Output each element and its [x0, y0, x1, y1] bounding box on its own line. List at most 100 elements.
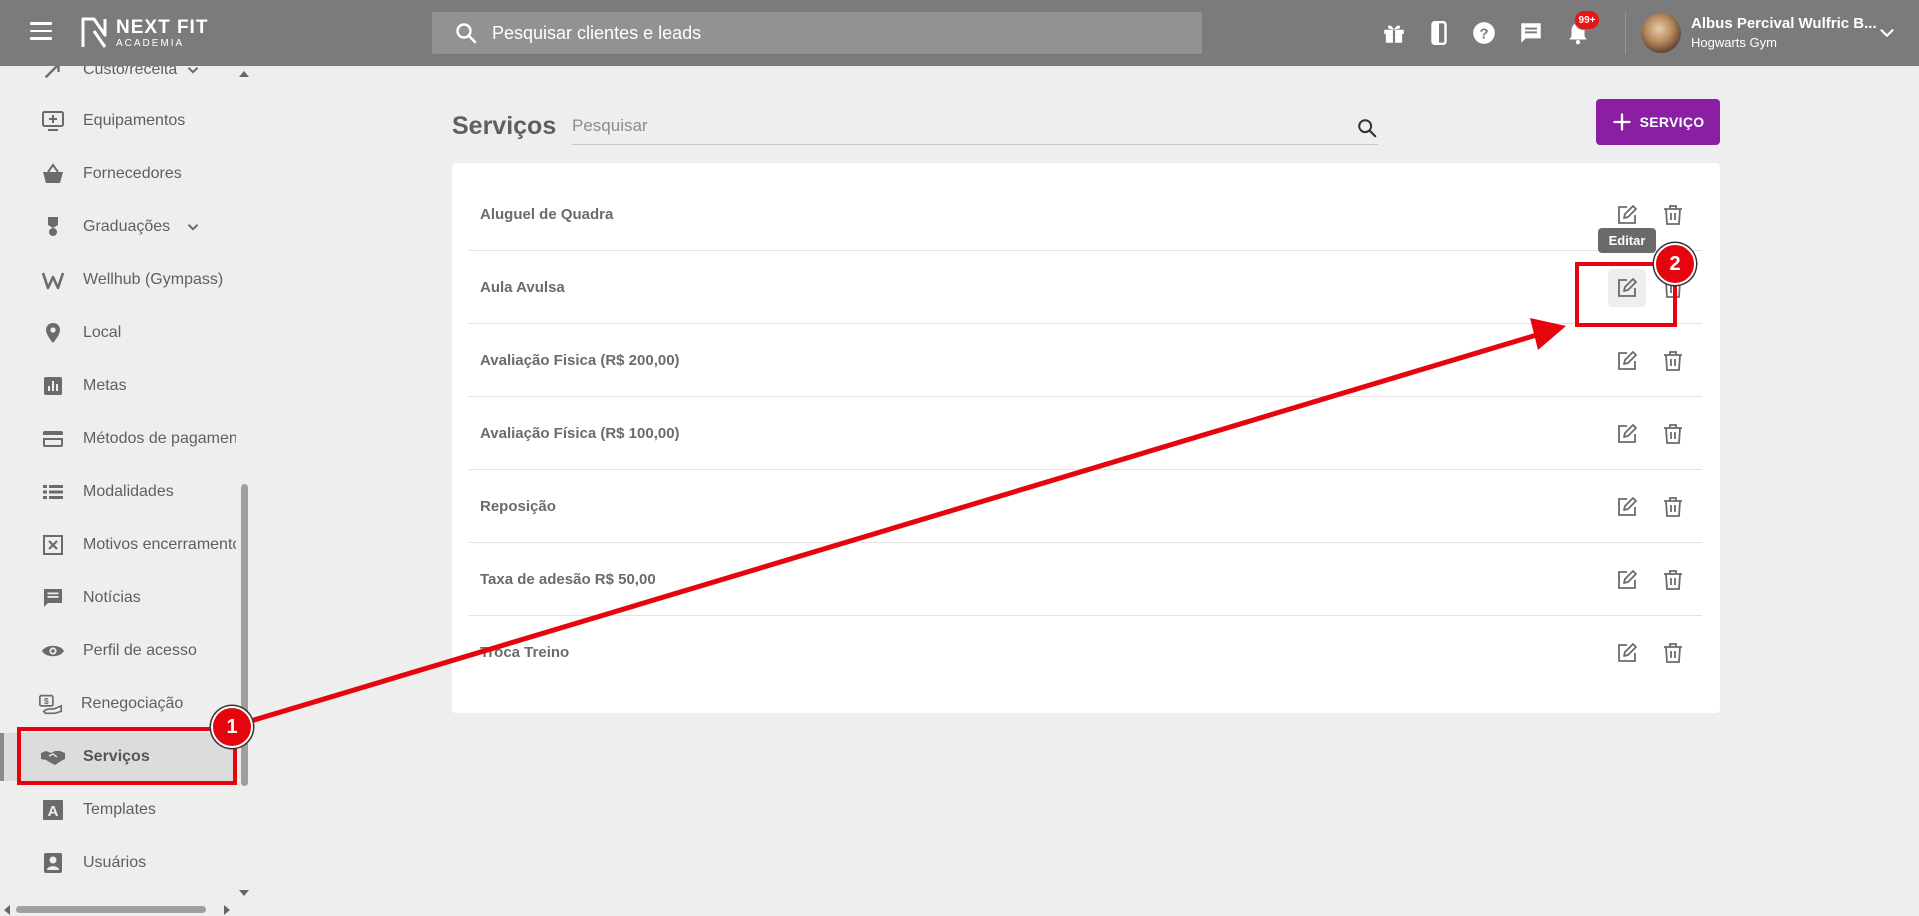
close-box-icon — [40, 532, 66, 558]
sidebar-item-perfil-acesso[interactable]: Perfil de acesso — [0, 627, 240, 675]
table-row: Avaliação Fisica (R$ 200,00) — [468, 324, 1702, 397]
logo-subtext: ACADEMIA — [116, 37, 185, 49]
sidebar-item-label: Templates — [83, 801, 156, 818]
sidebar-item-label: Métodos de pagamento — [83, 430, 252, 447]
table-row: Reposição — [468, 470, 1702, 543]
table-row: Troca Treino — [468, 616, 1702, 689]
sidebar-item-label: Equipamentos — [83, 112, 186, 129]
sidebar-item-label: Custo/receita — [83, 66, 178, 78]
table-row: Avaliação Física (R$ 100,00) — [468, 397, 1702, 470]
scroll-left-arrow-icon[interactable] — [4, 905, 10, 915]
page-title: Serviços — [452, 112, 557, 140]
wellhub-icon — [40, 267, 66, 293]
sidebar-item-label: Motivos encerramento — [83, 536, 242, 553]
delete-button[interactable] — [1654, 342, 1692, 380]
search-icon[interactable] — [1356, 117, 1378, 139]
equipment-icon — [40, 108, 66, 134]
sidebar-item-label: Local — [83, 324, 122, 341]
sidebar-item-custo-receita[interactable]: Custo/receita — [0, 66, 240, 94]
sidebar-item-renegociacao[interactable]: $ Renegociação — [0, 680, 240, 728]
annotation-box-1 — [17, 727, 237, 785]
sidebar-item-noticias[interactable]: Notícias — [0, 574, 240, 622]
user-gym: Hogwarts Gym — [1691, 35, 1777, 50]
add-service-label: SERVIÇO — [1639, 114, 1705, 130]
chevron-down-icon[interactable] — [184, 66, 202, 79]
trend-icon — [40, 66, 66, 83]
services-search-input[interactable] — [572, 116, 1332, 136]
global-search[interactable]: Pesquisar clientes e leads — [432, 12, 1202, 54]
sidebar-item-label: Perfil de acesso — [83, 642, 197, 659]
delete-button[interactable] — [1654, 634, 1692, 672]
sidebar-item-label: Modalidades — [83, 483, 174, 500]
eye-icon — [40, 638, 66, 664]
delete-button[interactable] — [1654, 196, 1692, 234]
sidebar-horizontal-scrollbar[interactable] — [0, 902, 236, 916]
chevron-down-icon[interactable] — [184, 218, 202, 236]
service-name: Taxa de adesão R$ 50,00 — [480, 571, 656, 588]
trash-icon — [1664, 497, 1682, 517]
edit-icon — [1618, 205, 1637, 224]
scroll-down-arrow-icon[interactable] — [239, 890, 249, 896]
edit-button[interactable] — [1608, 342, 1646, 380]
sidebar-item-equipamentos[interactable]: Equipamentos — [0, 97, 240, 145]
annotation-step-2: 2 — [1654, 243, 1696, 285]
scroll-right-arrow-icon[interactable] — [224, 905, 230, 915]
service-name: Troca Treino — [480, 644, 570, 661]
phone-icon[interactable] — [1426, 20, 1452, 46]
sidebar-item-modalidades[interactable]: Modalidades — [0, 468, 240, 516]
logo[interactable]: NEXT FIT ACADEMIA — [80, 16, 208, 50]
edit-icon — [1618, 643, 1637, 662]
sidebar-item-graduacoes[interactable]: Graduações — [0, 203, 240, 251]
services-search[interactable] — [572, 112, 1378, 145]
trash-icon — [1664, 570, 1682, 590]
scroll-up-arrow-icon[interactable] — [239, 71, 249, 77]
sidebar-item-label: Fornecedores — [83, 165, 182, 182]
edit-button[interactable] — [1608, 561, 1646, 599]
avatar[interactable] — [1641, 13, 1681, 53]
add-service-button[interactable]: SERVIÇO — [1596, 99, 1720, 145]
sidebar-item-label: Metas — [83, 377, 127, 394]
search-icon — [456, 23, 477, 44]
sidebar-item-motivos-encerramento[interactable]: Motivos encerramento — [0, 521, 242, 569]
sidebar-item-label: Graduações — [83, 218, 171, 235]
sidebar-item-wellhub[interactable]: Wellhub (Gympass) — [0, 256, 240, 304]
edit-button[interactable] — [1608, 488, 1646, 526]
sidebar-item-label: Wellhub (Gympass) — [83, 271, 224, 288]
location-icon — [40, 320, 66, 346]
annotation-step-1: 1 — [211, 706, 253, 748]
menu-icon[interactable] — [30, 22, 52, 40]
sidebar-item-fornecedores[interactable]: Fornecedores — [0, 150, 240, 198]
chevron-down-icon[interactable] — [1876, 22, 1898, 44]
money-icon: $ — [38, 691, 64, 717]
sidebar-item-local[interactable]: Local — [0, 309, 240, 357]
services-list: Aluguel de Quadra Aula Avulsa Avaliação … — [452, 163, 1720, 713]
chat-icon[interactable] — [1518, 20, 1544, 46]
edit-button[interactable] — [1608, 415, 1646, 453]
service-name: Reposição — [480, 498, 556, 515]
user-name[interactable]: Albus Percival Wulfric B... — [1691, 15, 1877, 32]
delete-button[interactable] — [1654, 561, 1692, 599]
trash-icon — [1664, 424, 1682, 444]
delete-button[interactable] — [1654, 415, 1692, 453]
user-icon — [40, 850, 66, 876]
service-name: Avaliação Fisica (R$ 200,00) — [480, 352, 680, 369]
edit-icon — [1618, 424, 1637, 443]
sidebar: Custo/receita Equipamentos Fornecedores … — [0, 66, 252, 916]
sidebar-item-templates[interactable]: A Templates — [0, 786, 240, 834]
trash-icon — [1664, 351, 1682, 371]
edit-icon — [1618, 351, 1637, 370]
help-icon[interactable]: ? — [1471, 20, 1497, 46]
edit-button[interactable] — [1608, 634, 1646, 672]
sidebar-item-metodos-pagamento[interactable]: Métodos de pagamento — [0, 415, 251, 463]
gift-icon[interactable] — [1381, 20, 1407, 46]
delete-button[interactable] — [1654, 488, 1692, 526]
chart-icon — [40, 373, 66, 399]
template-icon: A — [40, 797, 66, 823]
trash-icon — [1664, 643, 1682, 663]
sidebar-item-usuarios[interactable]: Usuários — [0, 839, 240, 887]
sidebar-item-metas[interactable]: Metas — [0, 362, 240, 410]
sidebar-vertical-scrollbar[interactable] — [236, 66, 252, 904]
trash-icon — [1664, 205, 1682, 225]
medal-icon — [40, 214, 66, 240]
scrollbar-thumb[interactable] — [16, 906, 206, 913]
